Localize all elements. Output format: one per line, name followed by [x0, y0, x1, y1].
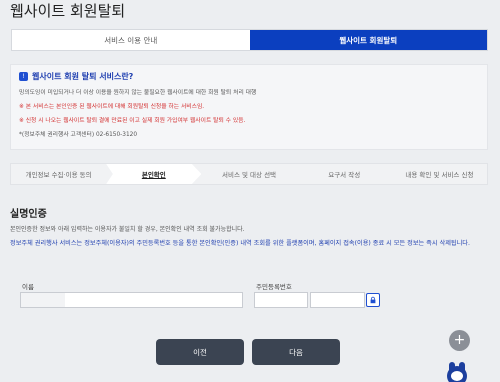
- page-title: 웹사이트 회원탈퇴: [10, 2, 126, 20]
- step-label: 요구서 작성: [328, 171, 361, 179]
- next-button[interactable]: 다음: [252, 339, 340, 365]
- step-label: 서비스 및 대상 선택: [221, 171, 277, 179]
- section-description: 본인인증한 정보와 아래 입력하는 이용자가 불일치 할 경우, 본인확인 내역…: [10, 226, 245, 233]
- step-label: 개인정보 수집·이용 동의: [25, 171, 92, 179]
- info-header: ! 웹사이트 회원 탈퇴 서비스란?: [19, 71, 479, 82]
- plus-icon[interactable]: +: [449, 330, 470, 351]
- secure-keypad-button[interactable]: [366, 293, 380, 307]
- step-identity-check: 본인확인: [106, 164, 202, 184]
- rrn-front-field[interactable]: [254, 292, 308, 308]
- tab-service-guide[interactable]: 서비스 이용 안내: [12, 30, 250, 50]
- name-label: 이름: [22, 283, 34, 291]
- rrn-back-field[interactable]: [310, 292, 365, 308]
- step-confirm-apply: 내용 확인 및 서비스 신청: [392, 164, 487, 184]
- info-icon: !: [19, 72, 28, 81]
- step-consent: 개인정보 수집·이용 동의: [11, 164, 106, 184]
- tab-website-withdrawal[interactable]: 웹사이트 회원탈퇴: [249, 30, 487, 50]
- info-contact: *(정보주체 권리행사 고객센터) 02-6150-3120: [19, 132, 138, 138]
- progress-steps: 개인정보 수집·이용 동의 본인확인 서비스 및 대상 선택 요구서 작성 내용…: [10, 163, 488, 185]
- lock-icon: [370, 296, 376, 304]
- privacy-notice: 정보주체 권리행사 서비스는 정보주체(이용자)의 주민등록번호 등을 통한 본…: [10, 240, 470, 247]
- info-notice: ※ 본 서비스는 본인인증 된 웹사이트에 대해 회원탈퇴 신청을 하는 서비스…: [19, 104, 205, 110]
- info-title: 웹사이트 회원 탈퇴 서비스란?: [32, 72, 134, 81]
- prev-button[interactable]: 이전: [156, 339, 244, 365]
- step-request-form: 요구서 작성: [297, 164, 392, 184]
- info-notice: ※ 신청 시 나오는 웹사이트 탈퇴 결에 만료된 이고 실제 회원 가입여부 …: [19, 118, 246, 124]
- info-box: ! 웹사이트 회원 탈퇴 서비스란? 밍의도잉이 미입되거나 더 이상 이용을 …: [10, 64, 488, 150]
- step-label: 본인확인: [141, 171, 166, 179]
- chatbot-mascot-icon[interactable]: [444, 362, 470, 382]
- step-service-select: 서비스 및 대상 선택: [201, 164, 296, 184]
- tab-bar: 서비스 이용 안내 웹사이트 회원탈퇴: [11, 29, 488, 51]
- mascot-face: [451, 371, 463, 381]
- section-title: 실명인증: [10, 209, 47, 220]
- info-line: 밍의도잉이 미입되거나 더 이상 이용을 원하지 않는 불필요한 웹사이트에 대…: [19, 90, 257, 96]
- name-field[interactable]: [20, 292, 243, 308]
- step-label: 내용 확인 및 서비스 신청: [405, 171, 474, 179]
- rrn-label: 주민등록번호: [256, 283, 292, 291]
